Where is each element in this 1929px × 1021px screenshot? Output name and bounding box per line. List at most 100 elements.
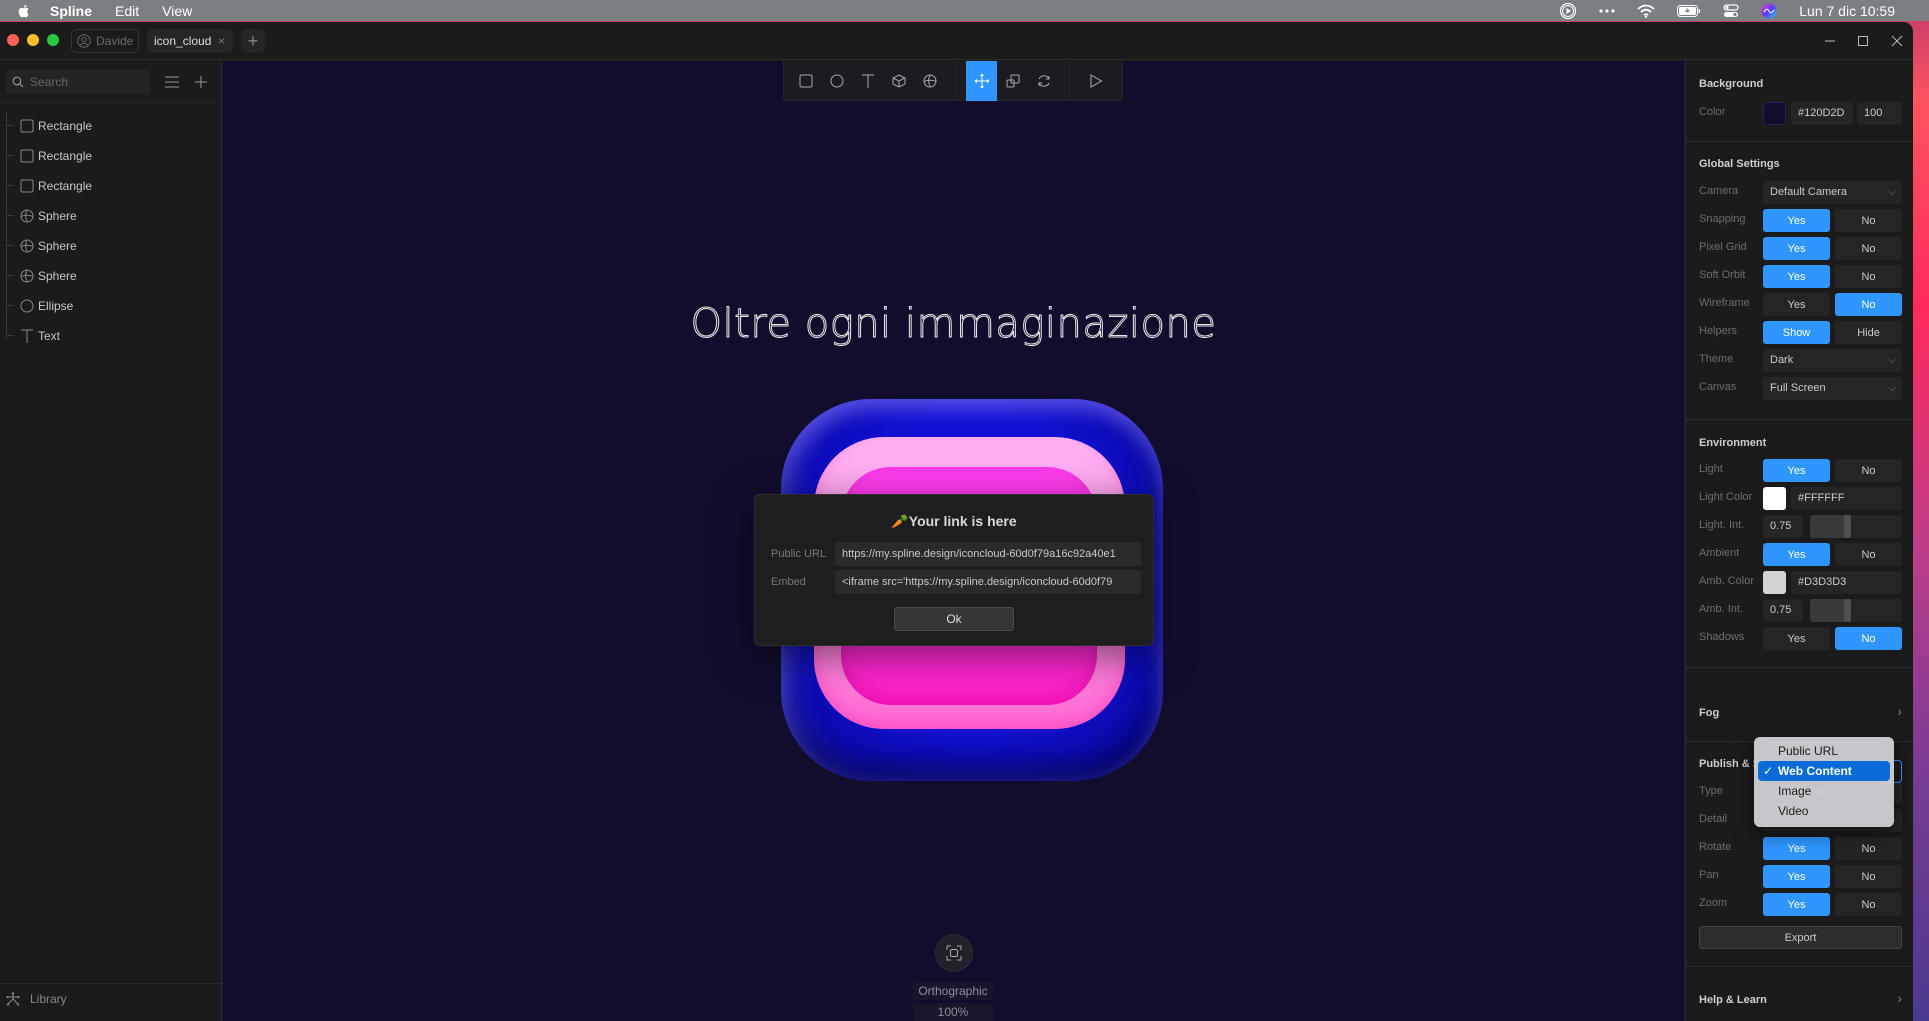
camera-select[interactable]: Default Camera ⌵ [1763,181,1902,204]
ambient-intensity-input[interactable]: 0.75 [1763,599,1803,622]
battery-charging-icon[interactable] [1677,4,1701,17]
snapping-yes-button[interactable]: Yes [1763,209,1830,232]
ambient-yes-button[interactable]: Yes [1763,543,1830,566]
light-color-hex-input[interactable]: #FFFFFF [1791,487,1902,510]
search-input[interactable] [30,75,140,89]
background-hex-input[interactable]: #120D2D [1791,102,1853,125]
tab-close-icon[interactable]: × [218,34,225,48]
shadows-yes-button[interactable]: Yes [1763,627,1830,650]
maximize-button[interactable] [1852,30,1874,52]
viewport-canvas[interactable]: Oltre ogni immaginazione Orthographic 10… [223,61,1684,1021]
light-no-button[interactable]: No [1835,459,1902,482]
add-tab-button[interactable]: + [241,29,265,53]
light-intensity-input[interactable]: 0.75 [1763,515,1803,538]
menu-app-name[interactable]: Spline [50,3,92,19]
text-tool-button[interactable] [852,61,883,101]
ambient-color-hex-input[interactable]: #D3D3D3 [1791,571,1902,594]
type-option-video[interactable]: Video [1758,801,1890,821]
pixel-grid-no-button[interactable]: No [1835,237,1902,260]
close-button[interactable] [1886,30,1908,52]
slider-handle[interactable] [1844,599,1851,622]
siri-icon[interactable] [1761,3,1777,19]
apple-logo-icon[interactable] [16,3,32,19]
tree-item-rectangle-1[interactable]: Rectangle [6,111,216,141]
soft-orbit-yes-button[interactable]: Yes [1763,265,1830,288]
text-icon [21,329,33,343]
soft-orbit-no-button[interactable]: No [1835,265,1902,288]
move-tool-button[interactable] [966,61,997,101]
rectangle-tool-button[interactable] [790,61,821,101]
ambient-color-swatch[interactable] [1763,571,1786,594]
zoom-yes-button[interactable]: Yes [1763,893,1830,916]
tree-item-sphere-1[interactable]: Sphere [6,201,216,231]
tree-item-sphere-3[interactable]: Sphere [6,261,216,291]
light-row: Light Yes No [1699,459,1902,482]
menu-view[interactable]: View [162,3,192,19]
list-view-button[interactable] [163,73,181,91]
rotate-no-button[interactable]: No [1835,837,1902,860]
wireframe-yes-button[interactable]: Yes [1763,293,1830,316]
light-intensity-slider[interactable] [1810,515,1902,538]
tree-item-rectangle-2[interactable]: Rectangle [6,141,216,171]
embed-code-field[interactable]: <iframe src='https://my.spline.design/ic… [835,570,1141,594]
tree-item-sphere-2[interactable]: Sphere [6,231,216,261]
zoom-no-button[interactable]: No [1835,893,1902,916]
minimize-window-button[interactable] [27,34,39,46]
rotate-tool-button[interactable] [1028,61,1059,101]
ellipse-tool-button[interactable] [821,61,852,101]
light-color-swatch[interactable] [1763,487,1786,510]
tab-icon-cloud[interactable]: icon_cloud × [147,29,233,53]
cube-tool-button[interactable] [883,61,914,101]
library-button[interactable]: Library [6,992,67,1006]
minimize-button[interactable] [1819,30,1841,52]
pan-yes-button[interactable]: Yes [1763,865,1830,888]
snapping-no-button[interactable]: No [1835,209,1902,232]
tree-item-rectangle-3[interactable]: Rectangle [6,171,216,201]
background-color-row: Color #120D2D 100 [1699,102,1902,125]
control-center-icon[interactable] [1723,3,1739,18]
fullscreen-window-button[interactable] [47,34,59,46]
export-button[interactable]: Export [1699,926,1902,949]
pan-no-button[interactable]: No [1835,865,1902,888]
background-opacity-input[interactable]: 100 [1857,102,1902,125]
public-url-field[interactable]: https://my.spline.design/iconcloud-60d0f… [835,542,1141,566]
close-window-button[interactable] [7,34,19,46]
pixel-grid-yes-button[interactable]: Yes [1763,237,1830,260]
ambient-no-button[interactable]: No [1835,543,1902,566]
helpers-hide-button[interactable]: Hide [1835,321,1902,344]
play-circle-icon[interactable] [1559,2,1577,20]
slider-handle[interactable] [1844,515,1851,538]
light-yes-button[interactable]: Yes [1763,459,1830,482]
wifi-icon[interactable] [1637,4,1655,18]
tree-item-text[interactable]: Text [6,321,216,351]
canvas-select[interactable]: Full Screen ⌵ [1763,377,1902,400]
play-button[interactable] [1080,61,1111,101]
helpers-show-button[interactable]: Show [1763,321,1830,344]
type-option-public-url[interactable]: Public URL [1758,741,1890,761]
rotate-yes-button[interactable]: Yes [1763,837,1830,860]
sphere-tool-button[interactable] [914,61,945,101]
add-object-button[interactable] [192,73,210,91]
scale-tool-button[interactable] [997,61,1028,101]
theme-select[interactable]: Dark ⌵ [1763,349,1902,372]
menu-edit[interactable]: Edit [115,3,139,19]
type-option-web-content[interactable]: ✓ Web Content [1758,761,1890,781]
scene-headline-text[interactable]: Oltre ogni immaginazione [223,301,1684,348]
fog-section-header[interactable]: Fog › [1699,703,1902,723]
user-chip[interactable]: Davide [71,29,139,53]
search-box[interactable] [6,70,150,94]
tree-item-ellipse[interactable]: Ellipse [6,291,216,321]
ambient-intensity-slider[interactable] [1810,599,1902,622]
ok-button[interactable]: Ok [894,607,1014,631]
wireframe-no-button[interactable]: No [1835,293,1902,316]
clock[interactable]: Lun 7 dic 10:59 [1799,3,1895,19]
more-icon[interactable] [1599,8,1615,14]
background-color-swatch[interactable] [1763,102,1786,125]
camera-mode-label[interactable]: Orthographic [913,982,993,1000]
object-tree: Rectangle Rectangle Rectangle Sphere Sph [6,111,216,351]
camera-focus-button[interactable] [935,934,973,972]
type-option-image[interactable]: Image [1758,781,1890,801]
zoom-level-label[interactable]: 100% [913,1003,993,1021]
shadows-no-button[interactable]: No [1835,627,1902,650]
help-learn-section-header[interactable]: Help & Learn › [1699,990,1902,1010]
